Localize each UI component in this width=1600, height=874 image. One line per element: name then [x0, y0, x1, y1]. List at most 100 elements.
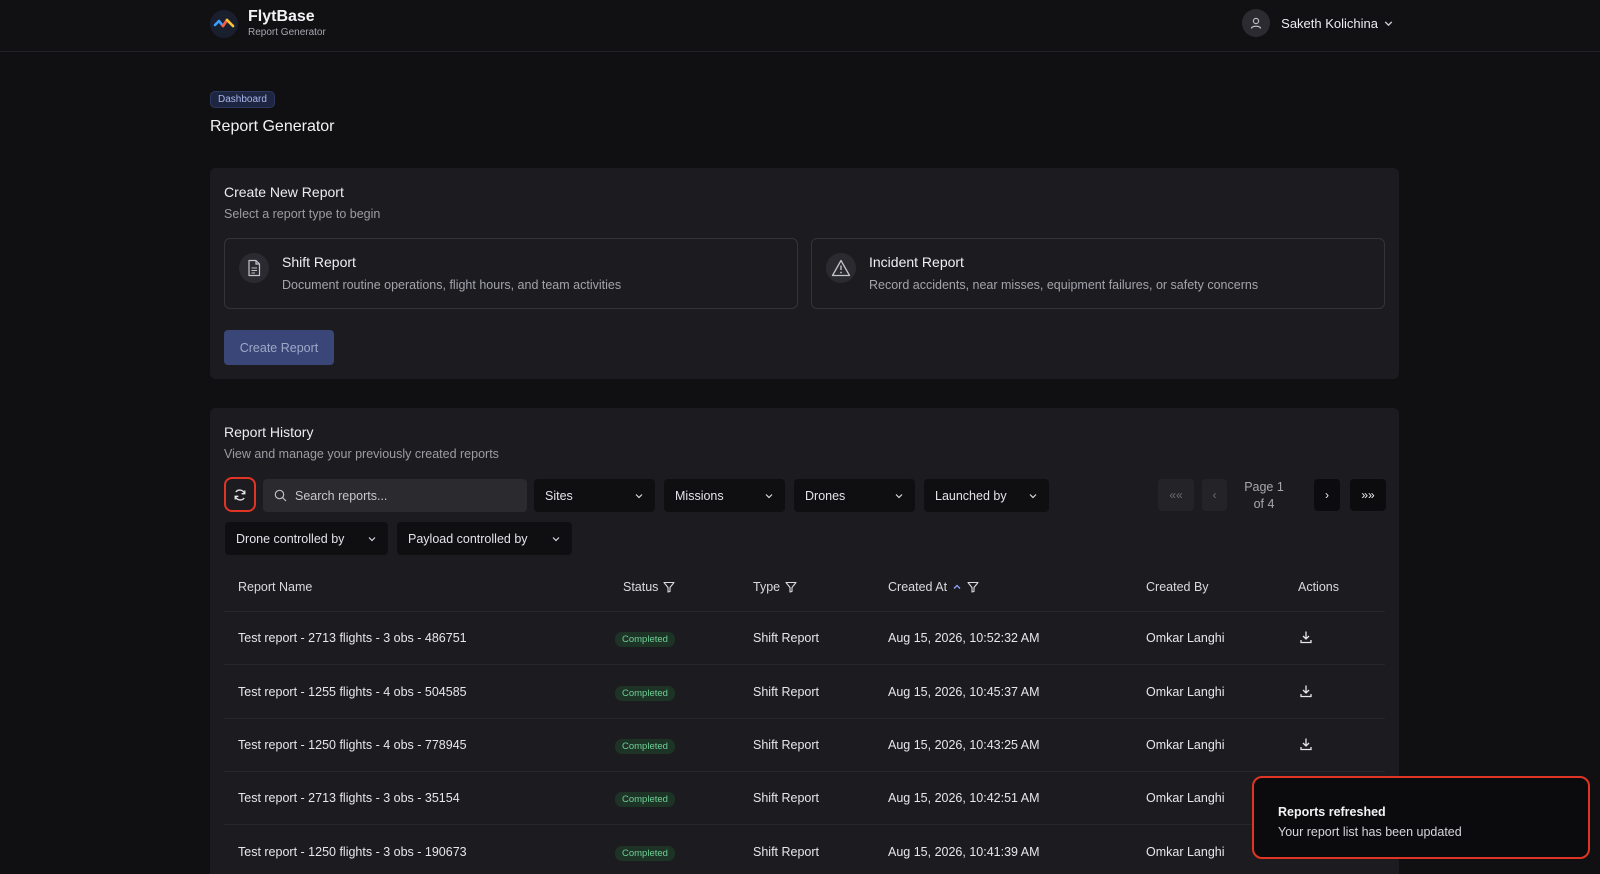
page-indicator: Page 1 of 4 [1229, 479, 1299, 513]
column-created-by: Created By [1146, 580, 1209, 594]
chevron-down-icon [552, 536, 560, 541]
drone-controlled-by-filter[interactable]: Drone controlled by [225, 522, 388, 555]
report-history-subtitle: View and manage your previously created … [224, 447, 499, 461]
incident-report-option[interactable]: Incident Report Record accidents, near m… [811, 238, 1385, 309]
report-name-cell[interactable]: Test report - 1255 flights - 4 obs - 504… [238, 685, 467, 699]
shift-report-description: Document routine operations, flight hour… [282, 278, 622, 292]
shift-report-option[interactable]: Shift Report Document routine operations… [224, 238, 798, 309]
chevron-down-icon [368, 536, 376, 541]
filter-icon[interactable] [967, 581, 979, 593]
created-by-cell: Omkar Langhi [1146, 791, 1225, 805]
download-icon[interactable] [1299, 684, 1313, 698]
type-cell: Shift Report [753, 845, 820, 859]
created-at-cell: Aug 15, 2026, 10:45:37 AM [888, 685, 1040, 699]
column-created-at[interactable]: Created At [888, 580, 979, 594]
next-page-button[interactable]: › [1314, 479, 1340, 511]
last-page-button[interactable]: »» [1350, 479, 1386, 511]
report-name-cell[interactable]: Test report - 2713 flights - 3 obs - 351… [238, 791, 460, 805]
payload-controlled-by-filter[interactable]: Payload controlled by [397, 522, 572, 555]
column-type-label: Type [753, 580, 781, 594]
brand[interactable]: FlytBase Report Generator [210, 8, 326, 39]
type-cell: Shift Report [753, 685, 820, 699]
status-badge: Completed [615, 792, 675, 807]
chevron-down-icon [635, 493, 643, 498]
page-indicator-line2: of 4 [1253, 497, 1275, 511]
launched-by-filter[interactable]: Launched by [924, 479, 1049, 512]
search-input[interactable] [295, 488, 515, 503]
user-menu[interactable]: Saketh Kolichina [1242, 9, 1394, 37]
status-badge: Completed [615, 632, 675, 647]
create-report-subtitle: Select a report type to begin [224, 207, 381, 221]
column-created-by-label: Created By [1146, 580, 1209, 594]
filter-icon[interactable] [785, 581, 797, 593]
column-actions-label: Actions [1298, 580, 1339, 594]
table-row[interactable]: Test report - 1255 flights - 4 obs - 504… [224, 666, 1385, 719]
status-badge: Completed [615, 686, 675, 701]
incident-report-description: Record accidents, near misses, equipment… [869, 278, 1259, 292]
sites-filter[interactable]: Sites [534, 479, 655, 512]
created-by-cell: Omkar Langhi [1146, 631, 1225, 645]
toast-message: Your report list has been updated [1278, 825, 1462, 839]
column-report-name[interactable]: Report Name [238, 580, 312, 594]
sort-ascending-icon[interactable] [952, 582, 962, 592]
warning-triangle-icon [826, 253, 856, 283]
launched-by-filter-label: Launched by [935, 488, 1007, 503]
report-name-cell[interactable]: Test report - 1250 flights - 4 obs - 778… [238, 738, 467, 752]
created-by-cell: Omkar Langhi [1146, 845, 1225, 859]
chevron-down-icon [765, 493, 773, 498]
chevron-down-icon [1384, 20, 1393, 26]
column-type[interactable]: Type [753, 580, 797, 594]
breadcrumb-dashboard-badge[interactable]: Dashboard [210, 91, 275, 108]
created-at-cell: Aug 15, 2026, 10:43:25 AM [888, 738, 1040, 752]
report-name-cell[interactable]: Test report - 2713 flights - 3 obs - 486… [238, 631, 467, 645]
shift-report-title: Shift Report [282, 254, 356, 270]
create-report-card: Create New Report Select a report type t… [210, 168, 1399, 379]
download-icon[interactable] [1299, 630, 1313, 644]
payload-controlled-by-filter-label: Payload controlled by [408, 531, 528, 546]
created-at-cell: Aug 15, 2026, 10:52:32 AM [888, 631, 1040, 645]
search-box[interactable] [263, 479, 527, 512]
type-cell: Shift Report [753, 631, 820, 645]
user-name: Saketh Kolichina [1281, 15, 1378, 31]
column-actions: Actions [1298, 580, 1339, 594]
created-at-cell: Aug 15, 2026, 10:41:39 AM [888, 845, 1040, 859]
download-icon[interactable] [1299, 737, 1313, 751]
column-status[interactable]: Status [623, 580, 675, 594]
column-status-label: Status [623, 580, 659, 594]
incident-report-title: Incident Report [869, 254, 964, 270]
toast-title: Reports refreshed [1278, 805, 1386, 819]
flytbase-logo-icon [210, 9, 238, 38]
drones-filter-label: Drones [805, 488, 846, 503]
missions-filter[interactable]: Missions [664, 479, 785, 512]
sites-filter-label: Sites [545, 488, 573, 503]
column-created-at-label: Created At [888, 580, 948, 594]
drone-controlled-by-filter-label: Drone controlled by [236, 531, 345, 546]
table-row[interactable]: Test report - 2713 flights - 3 obs - 351… [224, 772, 1385, 825]
created-at-cell: Aug 15, 2026, 10:42:51 AM [888, 791, 1040, 805]
search-icon [274, 489, 287, 502]
chevron-down-icon [895, 493, 903, 498]
avatar [1242, 9, 1271, 37]
report-history-title: Report History [224, 424, 314, 440]
table-row[interactable]: Test report - 1250 flights - 3 obs - 190… [224, 826, 1385, 874]
previous-page-button[interactable]: ‹ [1202, 479, 1227, 511]
table-row[interactable]: Test report - 2713 flights - 3 obs - 486… [224, 612, 1385, 665]
refresh-button[interactable] [224, 477, 256, 512]
created-by-cell: Omkar Langhi [1146, 685, 1225, 699]
status-badge: Completed [615, 846, 675, 861]
first-page-button[interactable]: «« [1158, 479, 1194, 511]
column-report-name-label: Report Name [238, 580, 313, 594]
table-row[interactable]: Test report - 1250 flights - 4 obs - 778… [224, 719, 1385, 772]
toast-notification[interactable]: Reports refreshed Your report list has b… [1252, 776, 1590, 859]
create-report-title: Create New Report [224, 184, 344, 200]
page-indicator-line1: Page 1 [1244, 480, 1284, 494]
create-report-button[interactable]: Create Report [224, 330, 334, 365]
brand-name: FlytBase [248, 8, 315, 25]
filter-icon[interactable] [663, 581, 675, 593]
report-name-cell[interactable]: Test report - 1250 flights - 3 obs - 190… [238, 845, 467, 859]
type-cell: Shift Report [753, 791, 820, 805]
drones-filter[interactable]: Drones [794, 479, 915, 512]
status-badge: Completed [615, 739, 675, 754]
page-title: Report Generator [210, 118, 335, 135]
top-bar: FlytBase Report Generator Saketh Kolichi… [0, 0, 1600, 52]
